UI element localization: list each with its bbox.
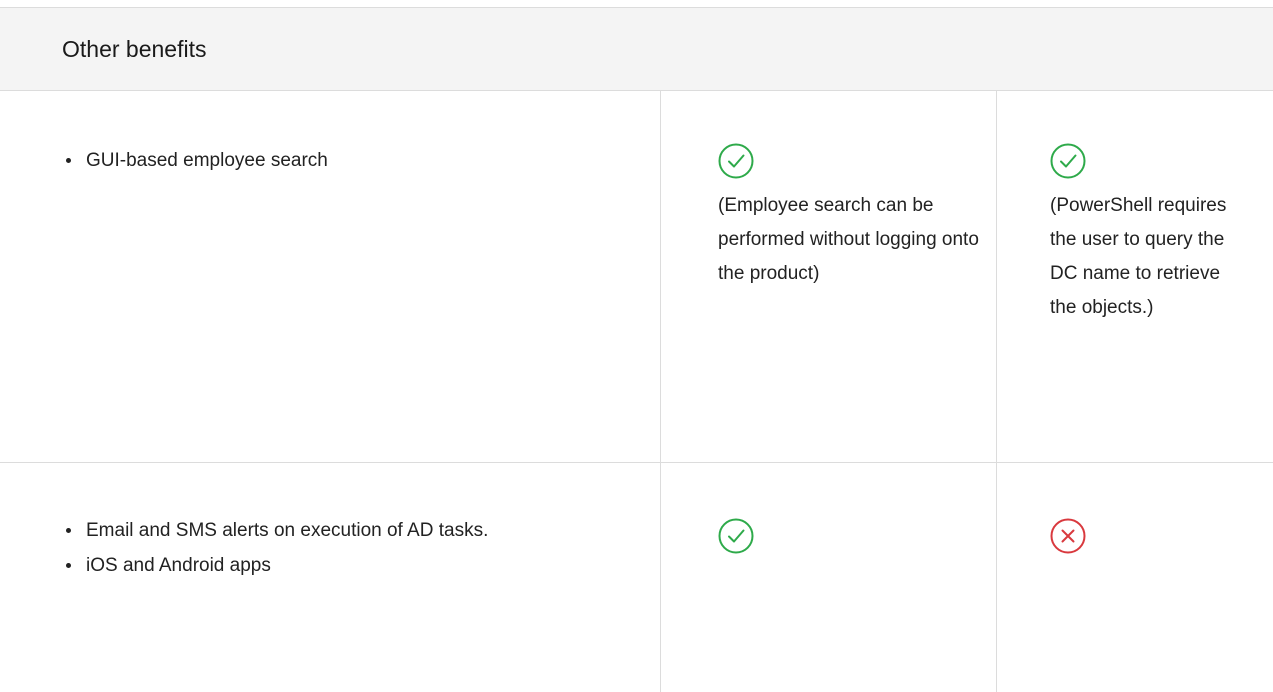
feature-list: Email and SMS alerts on execution of AD … <box>62 513 532 583</box>
product-note: (Employee search can be performed withou… <box>718 195 979 284</box>
feature-item: iOS and Android apps <box>62 548 532 583</box>
check-circle-icon <box>1050 143 1086 179</box>
product-cell <box>718 518 754 554</box>
product-cell: (Employee search can be performed withou… <box>718 143 988 291</box>
feature-list: GUI-based employee search <box>62 143 328 178</box>
check-circle-icon <box>718 518 754 554</box>
table-row: GUI-based employee search (Employee sear… <box>0 91 1273 462</box>
feature-item: Email and SMS alerts on execution of AD … <box>62 513 532 548</box>
powershell-cell <box>1050 518 1086 554</box>
cross-circle-icon <box>1050 518 1086 554</box>
feature-item: GUI-based employee search <box>62 143 328 178</box>
table-row: Email and SMS alerts on execution of AD … <box>0 463 1273 692</box>
powershell-cell: (PowerShell requires the user to query t… <box>1050 143 1250 325</box>
check-circle-icon <box>718 143 754 179</box>
section-title: Other benefits <box>62 36 207 62</box>
section-header: Other benefits <box>0 8 1273 91</box>
comparison-table: Other benefits GUI-based employee search… <box>0 7 1273 692</box>
powershell-note: (PowerShell requires the user to query t… <box>1050 195 1227 318</box>
